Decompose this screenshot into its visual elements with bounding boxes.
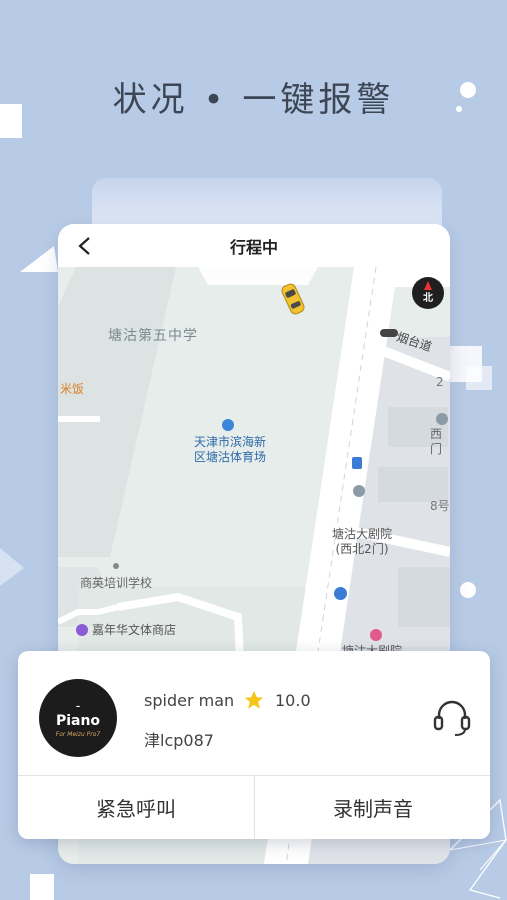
- driver-rating: 10.0: [275, 691, 311, 710]
- emergency-call-button[interactable]: 紧急呼叫: [18, 776, 254, 839]
- headline: 状况 • 一键报警: [112, 80, 395, 120]
- decor-square: [466, 366, 492, 390]
- decor-triangle: [20, 246, 58, 272]
- map-label-store: 嘉年华文体商店: [92, 623, 177, 637]
- decor-triangle: [0, 548, 24, 586]
- bus-stop-icon: [352, 457, 362, 469]
- taxi-icon: [281, 283, 305, 315]
- record-audio-button[interactable]: 录制声音: [255, 776, 490, 839]
- avatar-text: -: [75, 699, 81, 714]
- parking-icon: [334, 587, 347, 600]
- driver-card: - Piano For Meizu Pro7 spider man 10.0 津…: [18, 651, 490, 839]
- school-dot-icon: [113, 563, 119, 569]
- store-icon: [76, 624, 88, 636]
- avatar-text: Piano: [55, 713, 101, 729]
- nav-bar: 行程中: [58, 224, 450, 267]
- stadium-icon: [222, 419, 234, 431]
- star-icon: [244, 690, 264, 709]
- map-label-west-gate: 西门: [430, 427, 443, 456]
- map-label-num2: 2: [436, 375, 444, 389]
- headset-icon[interactable]: [430, 695, 474, 739]
- decor-square: [30, 874, 54, 900]
- chevron-left-icon[interactable]: [74, 235, 96, 257]
- gate-icon: [436, 413, 448, 425]
- phone-glow: [92, 178, 442, 230]
- avatar: - Piano For Meizu Pro7: [39, 679, 117, 757]
- license-plate: 津lcp087: [144, 731, 214, 750]
- compass-label: 北: [423, 292, 433, 304]
- map-label-restaurant: 米饭: [60, 382, 85, 396]
- decor-dot: [460, 582, 476, 598]
- compass-icon[interactable]: 北: [412, 277, 444, 309]
- map-label-school: 塘沽第五中学: [108, 328, 198, 344]
- map-label-theater-gate: 塘沽大剧院(西北2门): [331, 527, 392, 556]
- traffic-light-icon: [380, 329, 398, 337]
- map-label-training: 商英培训学校: [80, 576, 153, 590]
- page-title: 行程中: [229, 237, 278, 257]
- map-label-num8: 8号: [430, 499, 450, 513]
- gate-icon: [353, 485, 365, 497]
- driver-name: spider man: [144, 691, 235, 710]
- theater-icon: [370, 629, 382, 641]
- avatar-text: For Meizu Pro7: [55, 731, 101, 738]
- map-label-stadium: 天津市滨海新区塘沽体育场: [193, 435, 266, 464]
